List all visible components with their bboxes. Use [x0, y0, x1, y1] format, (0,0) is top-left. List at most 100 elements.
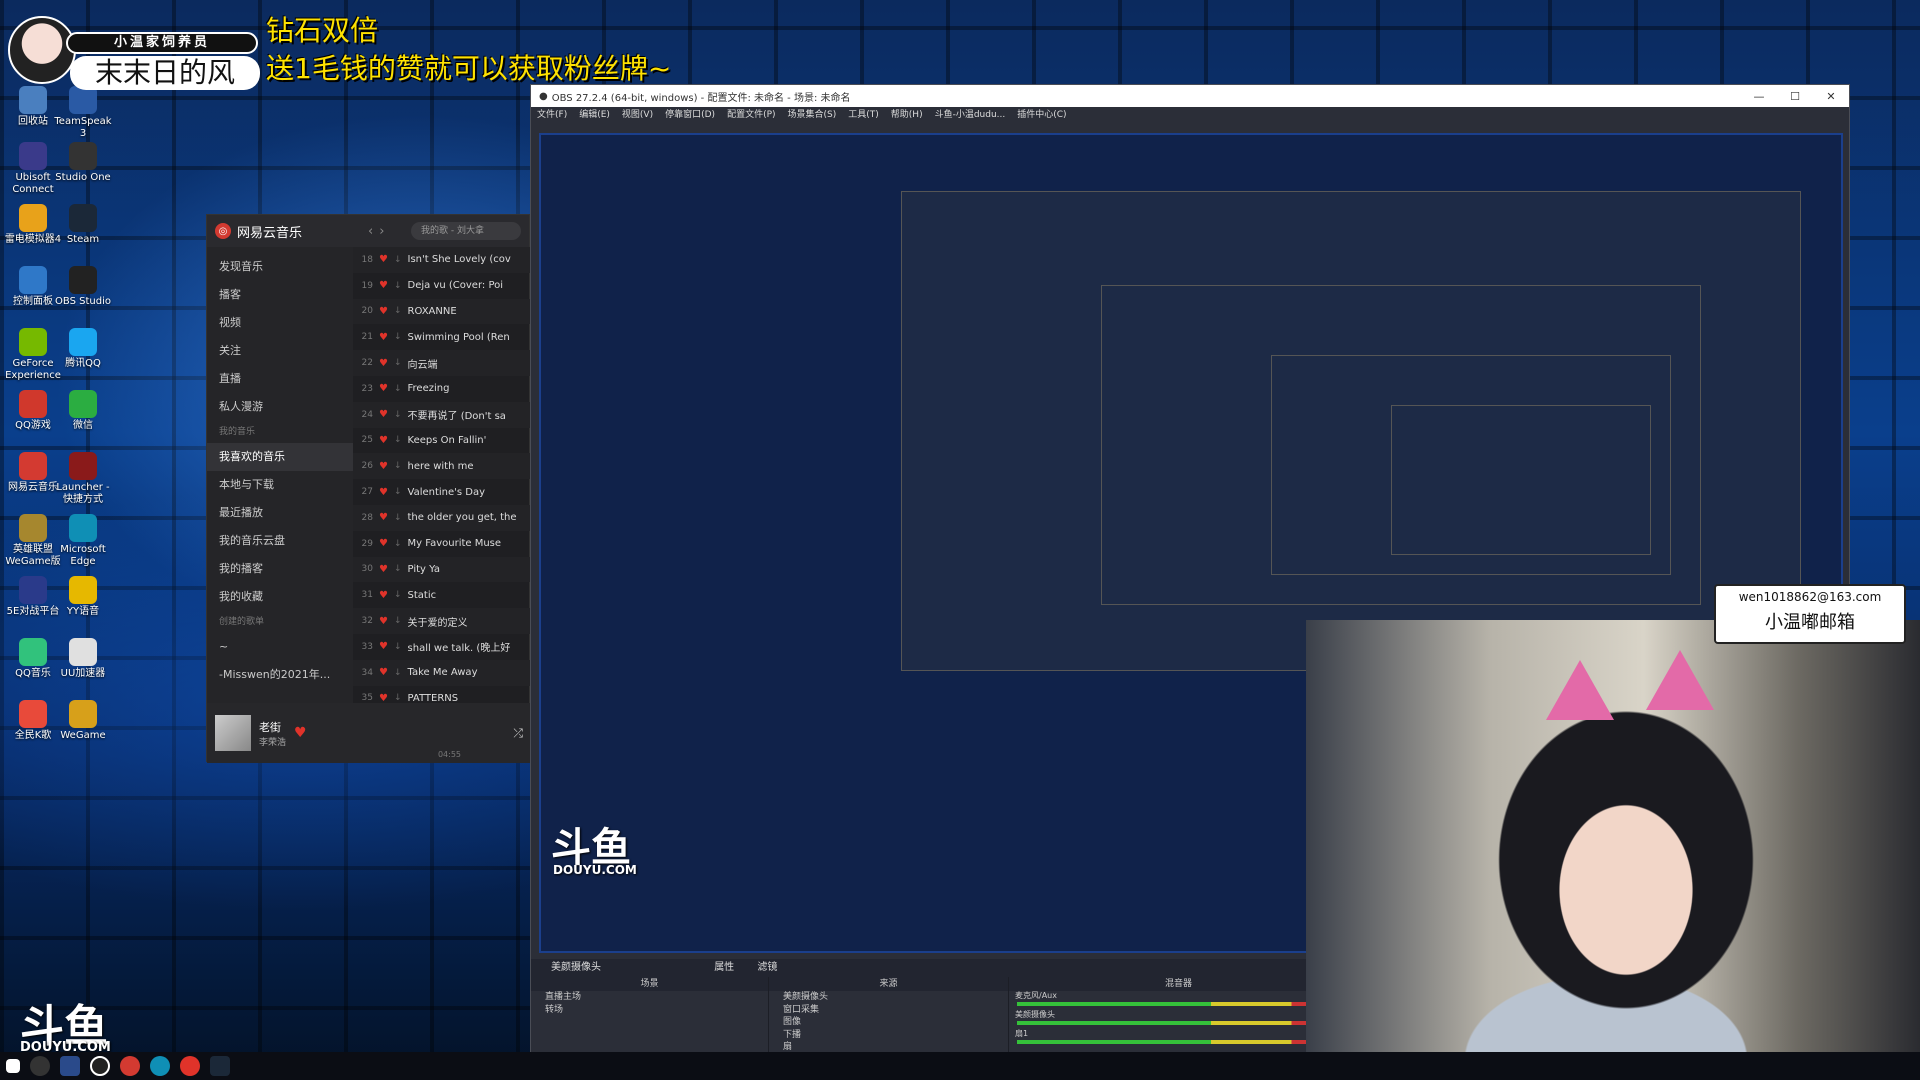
my-music-item[interactable]: 本地与下载	[207, 471, 353, 499]
obs-menu-item[interactable]: 编辑(E)	[579, 107, 610, 123]
heart-icon[interactable]: ♥	[379, 667, 388, 678]
my-music-item[interactable]: 我的收藏	[207, 583, 353, 611]
music-app-window[interactable]: ◎ 网易云音乐 ‹ › 我的歌 - 刘大拿 发现音乐 播客 视频 关注 直播 私人漫游 我的…	[206, 214, 531, 763]
obs-menu-item[interactable]: 斗鱼-小温dudu...	[935, 107, 1006, 123]
my-music-item[interactable]: 我的音乐云盘	[207, 527, 353, 555]
back-arrow-icon[interactable]: ‹	[368, 224, 373, 239]
download-icon[interactable]: ↓	[394, 281, 402, 291]
song-row[interactable]: 26 ♥ ↓ here with me	[353, 453, 531, 480]
music-taskbar-icon[interactable]	[180, 1056, 200, 1076]
heart-icon[interactable]: ♥	[379, 616, 388, 627]
edge-taskbar-icon[interactable]	[150, 1056, 170, 1076]
shuffle-icon[interactable]: ⤮	[513, 726, 523, 741]
desktop-icon[interactable]: 腾讯QQ	[52, 328, 114, 370]
download-icon[interactable]: ↓	[394, 590, 402, 600]
heart-icon[interactable]: ♥	[379, 461, 388, 472]
song-row[interactable]: 30 ♥ ↓ Pity Ya	[353, 556, 531, 583]
search-icon[interactable]	[30, 1056, 50, 1076]
song-row[interactable]: 35 ♥ ↓ PATTERNS	[353, 686, 531, 703]
song-row[interactable]: 28 ♥ ↓ the older you get, the	[353, 504, 531, 531]
song-row[interactable]: 23 ♥ ↓ Freezing	[353, 376, 531, 402]
like-heart-icon[interactable]: ♥	[294, 725, 307, 741]
obs-menu-item[interactable]: 插件中心(C)	[1017, 107, 1066, 123]
heart-icon[interactable]: ♥	[379, 383, 388, 394]
music-nav-item[interactable]: 发现音乐	[207, 253, 353, 281]
my-music-item[interactable]: 最近播放	[207, 499, 353, 527]
download-icon[interactable]: ↓	[394, 564, 402, 574]
download-icon[interactable]: ↓	[394, 358, 402, 368]
music-nav-item[interactable]: 直播	[207, 365, 353, 393]
heart-icon[interactable]: ♥	[379, 512, 388, 523]
song-row[interactable]: 31 ♥ ↓ Static	[353, 582, 531, 608]
download-icon[interactable]: ↓	[394, 410, 402, 420]
song-row[interactable]: 34 ♥ ↓ Take Me Away	[353, 659, 531, 686]
download-icon[interactable]: ↓	[394, 693, 402, 703]
download-icon[interactable]: ↓	[394, 306, 402, 316]
source-item[interactable]: 下播	[769, 1029, 1008, 1042]
windows-start-icon[interactable]	[6, 1059, 20, 1073]
music-search-input[interactable]: 我的歌 - 刘大拿	[411, 222, 521, 240]
heart-icon[interactable]: ♥	[379, 564, 388, 575]
desktop-icon[interactable]: Microsoft Edge	[52, 514, 114, 568]
heart-icon[interactable]: ♥	[379, 487, 388, 498]
song-row[interactable]: 21 ♥ ↓ Swimming Pool (Ren	[353, 324, 531, 350]
desktop-icon[interactable]: Launcher - 快捷方式	[52, 452, 114, 506]
minimize-icon[interactable]: —	[1741, 90, 1777, 103]
close-icon[interactable]: ✕	[1813, 90, 1849, 103]
my-music-item[interactable]: 我喜欢的音乐	[207, 443, 353, 471]
obs-menu-item[interactable]: 工具(T)	[848, 107, 879, 123]
download-icon[interactable]: ↓	[394, 461, 402, 471]
download-icon[interactable]: ↓	[394, 513, 402, 523]
heart-icon[interactable]: ♥	[379, 280, 388, 291]
heart-icon[interactable]: ♥	[379, 693, 388, 703]
download-icon[interactable]: ↓	[394, 332, 402, 342]
download-icon[interactable]: ↓	[394, 255, 402, 265]
download-icon[interactable]: ↓	[394, 539, 402, 549]
music-nav-item[interactable]: 播客	[207, 281, 353, 309]
music-nav-item[interactable]: 关注	[207, 337, 353, 365]
heart-icon[interactable]: ♥	[379, 641, 388, 652]
song-row[interactable]: 22 ♥ ↓ 向云端	[353, 350, 531, 376]
volume-meter[interactable]	[1017, 1002, 1340, 1006]
song-row[interactable]: 18 ♥ ↓ Isn't She Lovely (cov	[353, 247, 531, 273]
heart-icon[interactable]: ♥	[379, 306, 388, 317]
obs-menu-item[interactable]: 配置文件(P)	[727, 107, 775, 123]
download-icon[interactable]: ↓	[394, 384, 402, 394]
download-icon[interactable]: ↓	[394, 616, 402, 626]
song-row[interactable]: 27 ♥ ↓ Valentine's Day	[353, 479, 531, 505]
download-icon[interactable]: ↓	[394, 487, 402, 497]
properties-button[interactable]: 属性	[714, 962, 734, 973]
song-row[interactable]: 33 ♥ ↓ shall we talk. (晚上好	[353, 634, 531, 660]
song-row[interactable]: 24 ♥ ↓ 不要再说了 (Don't sa	[353, 401, 531, 428]
desktop-icon[interactable]: YY语音	[52, 576, 114, 618]
filters-button[interactable]: 滤镜	[757, 962, 777, 973]
heart-icon[interactable]: ♥	[379, 332, 388, 343]
desktop-icon[interactable]: 微信	[52, 390, 114, 432]
scene-item[interactable]: 转场	[531, 1004, 768, 1017]
song-row[interactable]: 32 ♥ ↓ 关于爱的定义	[353, 608, 531, 634]
desktop-icon[interactable]: Steam	[52, 204, 114, 246]
heart-icon[interactable]: ♥	[379, 409, 388, 420]
steam-taskbar-icon[interactable]	[210, 1056, 230, 1076]
obs-menu-item[interactable]: 帮助(H)	[891, 107, 923, 123]
download-icon[interactable]: ↓	[394, 642, 402, 652]
heart-icon[interactable]: ♥	[379, 358, 388, 369]
desktop-icon[interactable]: WeGame	[52, 700, 114, 742]
music-nav-item[interactable]: 私人漫游	[207, 393, 353, 421]
desktop-icon[interactable]: OBS Studio	[52, 266, 114, 308]
playlist-item[interactable]: ~	[207, 633, 353, 661]
playlist-item[interactable]: -Misswen的2021年...	[207, 661, 353, 689]
desktop-icon[interactable]: Studio One	[52, 142, 114, 184]
heart-icon[interactable]: ♥	[379, 538, 388, 549]
music-nav-item[interactable]: 视频	[207, 309, 353, 337]
song-row[interactable]: 25 ♥ ↓ Keeps On Fallin'	[353, 428, 531, 454]
heart-icon[interactable]: ♥	[379, 590, 388, 601]
obs-menu-item[interactable]: 视图(V)	[622, 107, 653, 123]
heart-icon[interactable]: ♥	[379, 254, 388, 265]
song-row[interactable]: 20 ♥ ↓ ROXANNE	[353, 298, 531, 325]
scene-item[interactable]: 直播主场	[531, 991, 768, 1004]
netease-taskbar-icon[interactable]	[120, 1056, 140, 1076]
song-row[interactable]: 29 ♥ ↓ My Favourite Muse	[353, 531, 531, 557]
obs-menu-item[interactable]: 场景集合(S)	[788, 107, 837, 123]
volume-meter[interactable]	[1017, 1040, 1340, 1044]
